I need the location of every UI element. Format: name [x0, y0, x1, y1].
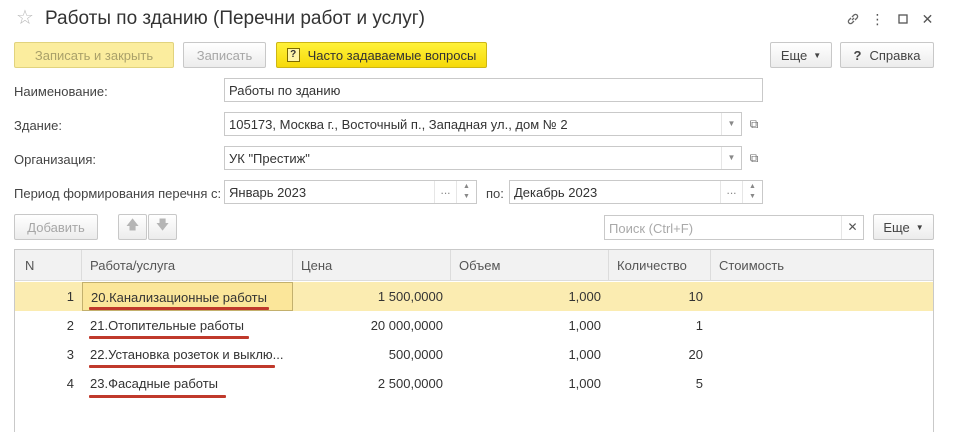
- period-to-label: по:: [486, 186, 504, 201]
- cell-cost: [711, 282, 933, 311]
- cell-volume: 1,000: [568, 289, 601, 304]
- period-to-field[interactable]: Декабрь 2023 ... ▲ ▼: [509, 180, 763, 204]
- help-button-label: Справка: [869, 47, 921, 63]
- select-period-icon[interactable]: ...: [720, 181, 742, 203]
- cell-volume: 1,000: [568, 318, 601, 333]
- more-button-label: Еще: [780, 47, 808, 63]
- cell-n: 1: [66, 289, 74, 304]
- cell-n: 4: [66, 376, 74, 391]
- arrow-up-icon: 🡅: [125, 217, 140, 232]
- spin-buttons-icon[interactable]: ▲ ▼: [742, 181, 762, 203]
- cell-n: 3: [66, 347, 74, 362]
- star-icon[interactable]: ☆: [16, 8, 34, 28]
- table-row[interactable]: 4 23.Фасадные работы 2 500,0000 1,000 5: [15, 369, 933, 398]
- cell-price: 500,0000: [388, 347, 443, 362]
- column-header-cost[interactable]: Стоимость: [711, 250, 933, 281]
- open-organization-icon[interactable]: ⧉: [745, 146, 763, 170]
- annotation-underline: [89, 395, 226, 398]
- cell-cost: [711, 311, 933, 340]
- building-value: 105173, Москва г., Восточный п., Западна…: [229, 117, 568, 132]
- move-down-button[interactable]: 🡇: [148, 214, 177, 240]
- search-placeholder: Поиск (Ctrl+F): [609, 221, 694, 236]
- organization-label: Организация:: [14, 152, 97, 167]
- cell-cost: [711, 340, 933, 369]
- cell-quantity: 5: [695, 376, 703, 391]
- annotation-underline: [89, 336, 249, 339]
- table-header: N Работа/услуга Цена Объем Количество Ст…: [15, 250, 933, 281]
- maximize-icon[interactable]: [890, 9, 915, 29]
- link-icon[interactable]: [840, 9, 865, 29]
- help-button[interactable]: ? Справка: [840, 42, 934, 68]
- cell-volume: 1,000: [568, 376, 601, 391]
- save-button[interactable]: Записать: [183, 42, 266, 68]
- building-field[interactable]: 105173, Москва г., Восточный п., Западна…: [224, 112, 742, 136]
- period-label: Период формирования перечня с:: [14, 186, 222, 201]
- name-label: Наименование:: [14, 84, 108, 99]
- annotation-underline: [89, 307, 269, 310]
- organization-value: УК "Престиж": [229, 151, 310, 166]
- cell-quantity: 10: [688, 289, 703, 304]
- column-header-volume[interactable]: Объем: [451, 250, 609, 281]
- cell-quantity: 20: [688, 347, 703, 362]
- column-header-work[interactable]: Работа/услуга: [82, 250, 293, 281]
- search-input[interactable]: Поиск (Ctrl+F) ✕: [604, 215, 864, 240]
- title-bar: ☆ Работы по зданию (Перечни работ и услу…: [0, 0, 954, 38]
- cell-work[interactable]: 23.Фасадные работы: [82, 369, 293, 398]
- annotation-underline: [89, 365, 275, 368]
- building-label: Здание:: [14, 118, 62, 133]
- period-from-field[interactable]: Январь 2023 ... ▲ ▼: [224, 180, 477, 204]
- column-header-quantity[interactable]: Количество: [609, 250, 711, 281]
- column-header-price[interactable]: Цена: [293, 250, 451, 281]
- faq-button[interactable]: ? Часто задаваемые вопросы: [276, 42, 487, 68]
- help-icon: ?: [853, 47, 862, 63]
- window-title: Работы по зданию (Перечни работ и услуг): [45, 8, 425, 29]
- name-field[interactable]: Работы по зданию: [224, 78, 763, 102]
- clear-search-icon[interactable]: ✕: [841, 216, 863, 239]
- chevron-down-icon: ▼: [915, 222, 924, 232]
- table-more-label: Еще: [883, 219, 910, 235]
- faq-button-label: Часто задаваемые вопросы: [307, 47, 477, 63]
- arrow-down-icon: 🡇: [155, 217, 170, 232]
- cell-quantity: 1: [695, 318, 703, 333]
- cell-price: 20 000,0000: [370, 318, 443, 333]
- cell-cost: [711, 369, 933, 398]
- table-more-button[interactable]: Еще ▼: [873, 214, 934, 240]
- period-to-value: Декабрь 2023: [514, 185, 598, 200]
- dropdown-icon[interactable]: ▼: [721, 113, 741, 135]
- column-header-n[interactable]: N: [15, 250, 82, 281]
- open-building-icon[interactable]: ⧉: [745, 112, 763, 136]
- period-from-value: Январь 2023: [229, 185, 307, 200]
- more-icon[interactable]: ⋮: [865, 9, 890, 29]
- cell-price: 1 500,0000: [377, 289, 443, 304]
- save-and-close-button[interactable]: Записать и закрыть: [14, 42, 174, 68]
- cell-n: 2: [66, 318, 74, 333]
- window-controls: ⋮ ✕: [840, 9, 940, 29]
- name-value: Работы по зданию: [229, 83, 341, 98]
- question-icon: ?: [286, 48, 300, 62]
- close-icon[interactable]: ✕: [915, 9, 940, 29]
- spin-buttons-icon[interactable]: ▲ ▼: [456, 181, 476, 203]
- cell-volume: 1,000: [568, 347, 601, 362]
- organization-field[interactable]: УК "Престиж" ▼: [224, 146, 742, 170]
- chevron-down-icon: ▼: [813, 50, 822, 60]
- select-period-icon[interactable]: ...: [434, 181, 456, 203]
- works-table: N Работа/услуга Цена Объем Количество Ст…: [14, 249, 934, 432]
- add-button[interactable]: Добавить: [14, 214, 98, 240]
- dropdown-icon[interactable]: ▼: [721, 147, 741, 169]
- more-button[interactable]: Еще ▼: [770, 42, 832, 68]
- move-up-button[interactable]: 🡅: [118, 214, 147, 240]
- cell-price: 2 500,0000: [377, 376, 443, 391]
